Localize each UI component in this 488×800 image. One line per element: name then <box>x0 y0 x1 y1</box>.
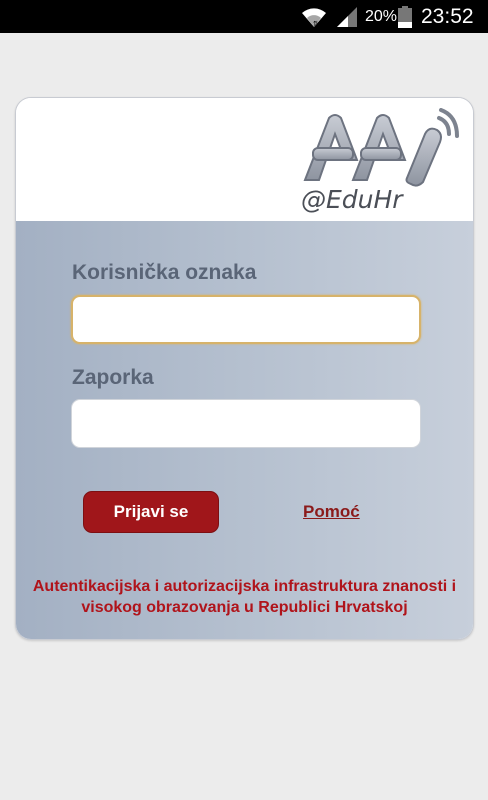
footer-description: Autentikacijska i autorizacijska infrast… <box>16 576 473 618</box>
footer-line-2: visokog obrazovanja u Republici Hrvatsko… <box>81 599 408 616</box>
help-link[interactable]: Pomoć <box>303 502 360 522</box>
login-card: @EduHr Korisnička oznaka Zaporka Prijavi… <box>15 97 474 640</box>
aai-eduhr-logo: @EduHr <box>301 108 459 214</box>
status-bar: ⇅ 20% 23:52 <box>0 0 488 33</box>
login-button[interactable]: Prijavi se <box>83 491 219 533</box>
username-label: Korisnička oznaka <box>72 261 257 284</box>
battery-percent: 20% <box>365 8 398 25</box>
clock: 23:52 <box>421 5 474 28</box>
svg-text:⇅: ⇅ <box>313 20 319 28</box>
battery-icon <box>398 6 412 28</box>
wifi-icon: ⇅ <box>302 8 326 28</box>
password-input[interactable] <box>71 399 421 448</box>
username-input[interactable] <box>71 295 421 344</box>
footer-line-1: Autentikacijska i autorizacijska infrast… <box>32 578 457 595</box>
login-form: Korisnička oznaka Zaporka Prijavi se Pom… <box>16 221 473 639</box>
signal-icon <box>337 7 357 27</box>
logo-tagline: @EduHr <box>301 185 404 214</box>
password-label: Zaporka <box>72 366 154 389</box>
card-header: @EduHr <box>16 98 473 221</box>
